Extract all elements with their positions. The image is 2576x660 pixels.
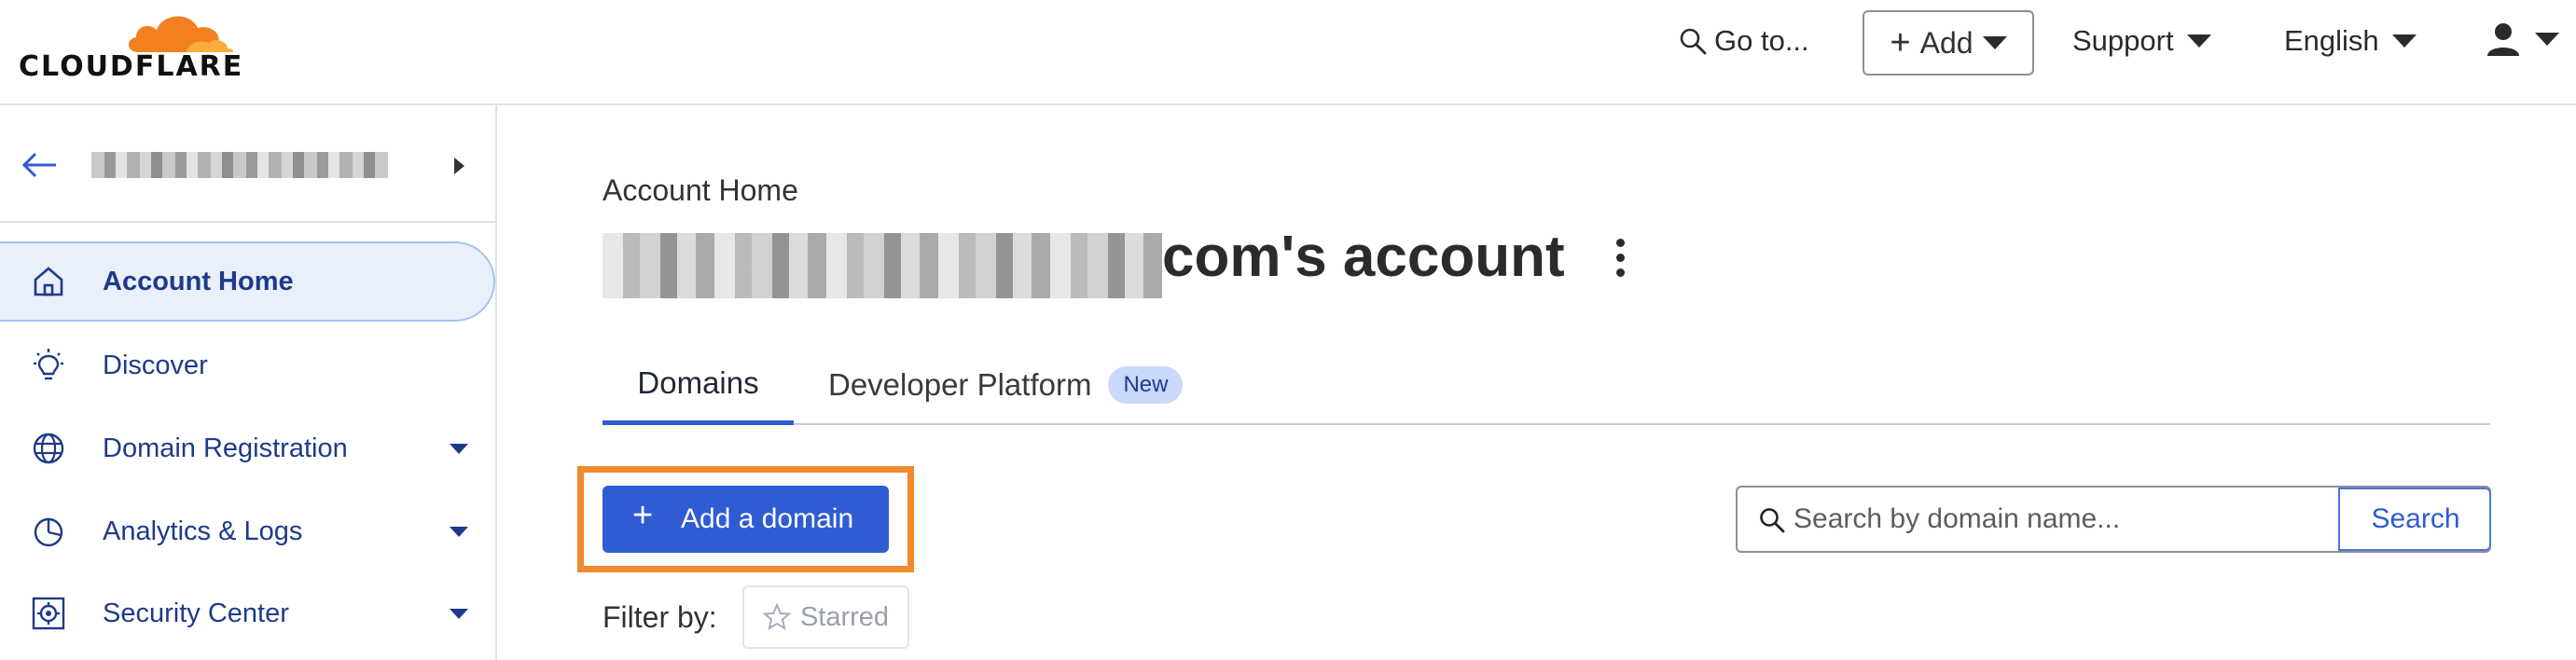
tab-label: Developer Platform [828,367,1092,402]
sidebar-item-domain-registration[interactable]: Domain Registration [0,408,495,488]
plus-icon: + [1890,23,1911,62]
sidebar-item-security-center[interactable]: Security Center [0,573,495,653]
search-icon [1760,508,1785,533]
starred-label: Starred [799,601,890,632]
caret-down-icon [2186,34,2211,48]
caret-down-icon [1982,36,2007,49]
sidebar-item-label: Security Center [103,598,289,628]
sidebar-item-label: Account Home [103,266,294,296]
lightbulb-icon [34,349,63,380]
sidebar-item-label: Analytics & Logs [103,516,303,546]
domain-search: Search [1736,486,2491,553]
search-button[interactable]: Search [2338,488,2491,551]
goto-label: Go to... [1714,24,1809,57]
add-menu-button[interactable]: + Add [1863,10,2034,76]
new-badge: New [1108,366,1184,404]
more-options-icon[interactable] [1613,239,1627,280]
top-header: CLOUDFLARE Go to... + Add Support Englis… [0,0,2576,105]
language-label: English [2284,24,2379,57]
cloudflare-logo[interactable]: CLOUDFLARE [17,4,242,83]
language-menu[interactable]: English [2284,24,2417,58]
sidebar: Account Home Discover Domain Registratio… [0,105,497,660]
caret-down-icon [2535,33,2559,46]
breadcrumb: Account Home [602,173,798,207]
account-switcher[interactable] [0,105,495,223]
arrow-left-icon[interactable] [19,146,60,184]
user-icon [2487,23,2519,56]
caret-down-icon[interactable] [450,609,468,619]
add-domain-label: Add a domain [681,503,854,534]
add-domain-button[interactable]: + Add a domain [602,486,889,553]
tab-bar: Domains Developer Platform New [602,345,2490,425]
search-icon [1680,28,1707,55]
add-label: Add [1919,25,1974,60]
support-label: Support [2072,24,2174,57]
globe-icon [33,433,64,464]
brand-wordmark: CLOUDFLARE [19,50,244,83]
caret-down-icon[interactable] [450,444,468,454]
caret-down-icon [2391,34,2417,48]
sidebar-item-account-home[interactable]: Account Home [0,241,495,322]
tab-label: Domains [637,364,759,400]
sidebar-item-label: Discover [103,350,208,380]
user-menu[interactable] [2485,21,2559,58]
sidebar-item-discover[interactable]: Discover [0,325,495,406]
sidebar-item-analytics-logs[interactable]: Analytics & Logs [0,491,495,571]
filter-label: Filter by: [602,600,717,634]
home-icon [34,267,63,296]
star-icon [762,603,791,631]
caret-down-icon[interactable] [450,527,468,537]
tab-domains[interactable]: Domains [602,345,794,425]
account-name-redacted [91,152,388,178]
pie-chart-icon [34,517,63,547]
page-title: com's account [1162,225,1565,289]
caret-right-icon[interactable] [454,158,464,174]
starred-filter-button[interactable]: Starred [742,585,909,649]
goto-button[interactable]: Go to... [1679,24,1809,58]
support-menu[interactable]: Support [2072,24,2211,58]
tab-developer-platform[interactable]: Developer Platform New [828,345,1184,425]
search-input[interactable] [1794,488,2372,551]
account-name-redacted [602,233,1162,298]
shield-gear-icon [32,597,65,630]
sidebar-item-label: Domain Registration [103,433,348,463]
plus-icon: + [632,496,654,535]
